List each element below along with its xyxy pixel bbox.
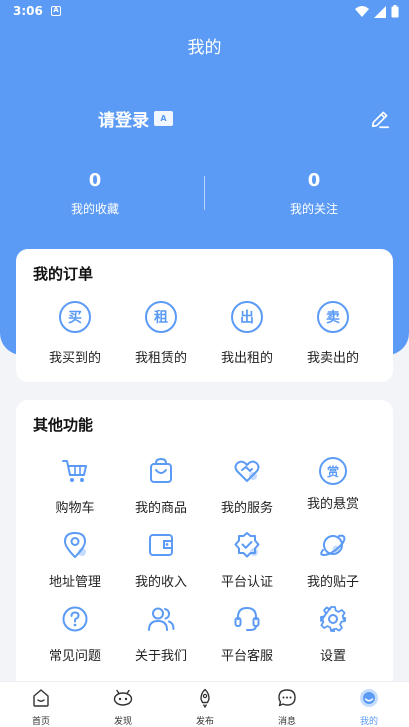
func-label: 我的商品 bbox=[134, 501, 187, 516]
rent-icon: 租 bbox=[145, 301, 177, 333]
func-label: 我的贴子 bbox=[306, 575, 359, 590]
status-bar: 3:06 A bbox=[0, 0, 409, 24]
headset-icon bbox=[234, 606, 260, 631]
battery-icon bbox=[391, 5, 399, 18]
func-label: 购物车 bbox=[55, 501, 95, 516]
notification-icon: A bbox=[51, 6, 61, 16]
func-label: 设置 bbox=[319, 649, 346, 664]
wallet-icon bbox=[149, 534, 173, 556]
other-functions-card: 其他功能 购物车 我的商品 我的服务 赏 我的悬赏 地址管理 我的收入 平台认证… bbox=[16, 400, 393, 690]
func-label: 我的收入 bbox=[134, 575, 187, 590]
func-income[interactable]: 我的收入 bbox=[114, 531, 208, 590]
profile-icon bbox=[360, 689, 378, 707]
order-leased-out[interactable]: 出 我出租的 bbox=[200, 301, 294, 366]
func-label: 常见问题 bbox=[48, 649, 101, 664]
func-cart[interactable]: 购物车 bbox=[28, 457, 122, 516]
func-label: 关于我们 bbox=[134, 649, 187, 664]
favorites-count: 0 bbox=[88, 170, 102, 191]
id-card-icon: A bbox=[154, 111, 173, 126]
message-icon bbox=[278, 689, 296, 707]
status-time: 3:06 bbox=[13, 4, 43, 18]
discover-icon bbox=[113, 689, 133, 706]
planet-icon bbox=[320, 534, 346, 557]
following-label: 我的关注 bbox=[289, 202, 338, 216]
stats-divider bbox=[204, 176, 205, 210]
tab-label: 首页 bbox=[31, 717, 50, 727]
reward-icon: 赏 bbox=[319, 457, 347, 485]
func-label: 地址管理 bbox=[48, 575, 101, 590]
order-rented[interactable]: 租 我租赁的 bbox=[114, 301, 208, 366]
stats-row: 0 我的收藏 0 我的关注 bbox=[0, 170, 409, 220]
tab-messages[interactable]: 消息 bbox=[246, 688, 328, 727]
lease-out-icon: 出 bbox=[231, 301, 263, 333]
orders-title: 我的订单 bbox=[33, 265, 94, 283]
func-my-services[interactable]: 我的服务 bbox=[200, 457, 294, 516]
location-icon bbox=[64, 532, 86, 558]
heart-handshake-icon bbox=[234, 460, 260, 482]
login-link[interactable]: 请登录 A bbox=[98, 106, 173, 131]
func-my-rewards[interactable]: 赏 我的悬赏 bbox=[286, 457, 380, 512]
tab-label: 消息 bbox=[277, 717, 296, 727]
func-label: 我的悬赏 bbox=[306, 497, 359, 512]
func-label: 平台客服 bbox=[220, 649, 273, 664]
stat-following[interactable]: 0 我的关注 bbox=[219, 170, 409, 217]
home-icon bbox=[33, 689, 49, 707]
gear-icon bbox=[320, 606, 346, 632]
buy-icon: 买 bbox=[59, 301, 91, 333]
func-label: 平台认证 bbox=[220, 575, 273, 590]
rocket-icon bbox=[200, 688, 210, 709]
tab-profile[interactable]: 我的 bbox=[328, 688, 409, 727]
func-settings[interactable]: 设置 bbox=[286, 605, 380, 664]
orders-card: 我的订单 买 我买到的 租 我租赁的 出 我出租的 卖 我卖出的 bbox=[16, 249, 393, 382]
order-label: 我出租的 bbox=[220, 351, 273, 366]
order-label: 我租赁的 bbox=[134, 351, 187, 366]
verified-badge-icon bbox=[234, 532, 260, 558]
tab-publish[interactable]: 发布 bbox=[164, 688, 246, 727]
page-title: 我的 bbox=[187, 38, 222, 58]
sell-icon: 卖 bbox=[317, 301, 349, 333]
favorites-label: 我的收藏 bbox=[70, 202, 119, 216]
tab-label: 发布 bbox=[195, 717, 214, 727]
login-text: 请登录 bbox=[98, 111, 149, 131]
wifi-icon bbox=[355, 5, 369, 17]
stat-favorites[interactable]: 0 我的收藏 bbox=[0, 170, 190, 217]
tab-label: 发现 bbox=[113, 717, 132, 727]
func-about-us[interactable]: 关于我们 bbox=[114, 605, 208, 664]
users-icon bbox=[148, 607, 175, 631]
func-verification[interactable]: 平台认证 bbox=[200, 531, 294, 590]
func-my-products[interactable]: 我的商品 bbox=[114, 457, 208, 516]
func-address[interactable]: 地址管理 bbox=[28, 531, 122, 590]
cart-icon bbox=[62, 460, 87, 482]
other-functions-title: 其他功能 bbox=[33, 416, 94, 434]
func-my-posts[interactable]: 我的贴子 bbox=[286, 531, 380, 590]
tab-discover[interactable]: 发现 bbox=[82, 688, 164, 727]
following-count: 0 bbox=[307, 170, 321, 191]
func-faq[interactable]: 常见问题 bbox=[28, 605, 122, 664]
order-bought[interactable]: 买 我买到的 bbox=[28, 301, 122, 366]
tab-label: 我的 bbox=[359, 717, 378, 727]
signal-icon bbox=[374, 5, 386, 18]
order-label: 我买到的 bbox=[48, 351, 101, 366]
question-icon bbox=[62, 606, 88, 632]
tab-home[interactable]: 首页 bbox=[0, 688, 82, 727]
bag-icon bbox=[150, 457, 172, 483]
func-customer-service[interactable]: 平台客服 bbox=[200, 605, 294, 664]
status-icons bbox=[355, 5, 399, 18]
order-sold[interactable]: 卖 我卖出的 bbox=[286, 301, 380, 366]
edit-icon[interactable] bbox=[369, 108, 391, 130]
func-label: 我的服务 bbox=[220, 501, 273, 516]
order-label: 我卖出的 bbox=[306, 351, 359, 366]
bottom-tab-bar: 首页 发现 发布 消息 我的 bbox=[0, 681, 409, 727]
